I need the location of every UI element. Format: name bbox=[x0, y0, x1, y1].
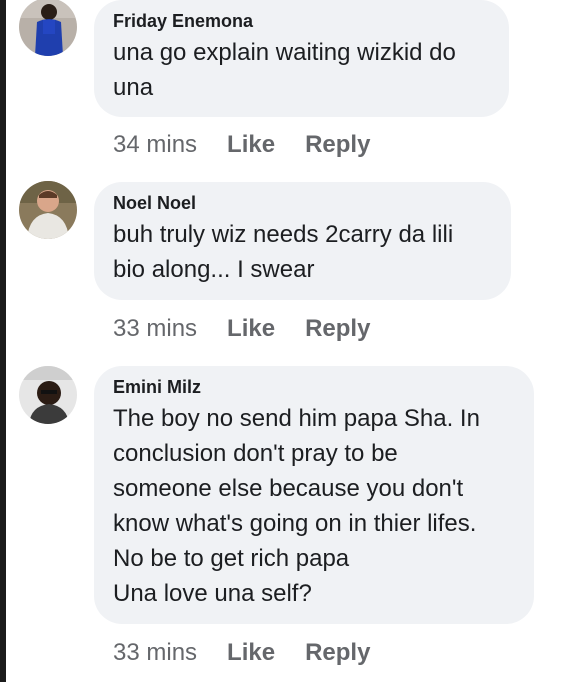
comment-author[interactable]: Noel Noel bbox=[113, 192, 491, 214]
comment-bubble: Noel Noel buh truly wiz needs 2carry da … bbox=[94, 182, 511, 300]
like-button[interactable]: Like bbox=[227, 639, 275, 666]
avatar[interactable] bbox=[19, 181, 77, 239]
comment-text: The boy no send him papa Sha. In conclus… bbox=[113, 405, 480, 607]
comment-timestamp[interactable]: 33 mins bbox=[113, 639, 197, 666]
comment-bubble: Emini Milz The boy no send him papa Sha.… bbox=[94, 366, 534, 624]
like-button[interactable]: Like bbox=[227, 315, 275, 342]
avatar[interactable] bbox=[19, 0, 77, 56]
like-button[interactable]: Like bbox=[227, 131, 275, 158]
comment-author[interactable]: Emini Milz bbox=[113, 376, 514, 398]
comment-author[interactable]: Friday Enemona bbox=[113, 10, 489, 32]
comment-actions: 33 mins Like Reply bbox=[113, 639, 400, 667]
avatar[interactable] bbox=[19, 366, 77, 424]
comment-bubble: Friday Enemona una go explain waiting wi… bbox=[94, 0, 509, 117]
comment-actions: 33 mins Like Reply bbox=[113, 315, 400, 343]
comment-actions: 34 mins Like Reply bbox=[113, 131, 400, 159]
reply-button[interactable]: Reply bbox=[305, 639, 370, 666]
comment-timestamp[interactable]: 33 mins bbox=[113, 315, 197, 342]
reply-button[interactable]: Reply bbox=[305, 315, 370, 342]
comment-text: buh truly wiz needs 2carry da lili bio a… bbox=[113, 221, 454, 283]
comment-timestamp[interactable]: 34 mins bbox=[113, 131, 197, 158]
reply-button[interactable]: Reply bbox=[305, 131, 370, 158]
left-edge-border bbox=[0, 0, 6, 682]
comment-text: una go explain waiting wizkid do una bbox=[113, 39, 456, 101]
